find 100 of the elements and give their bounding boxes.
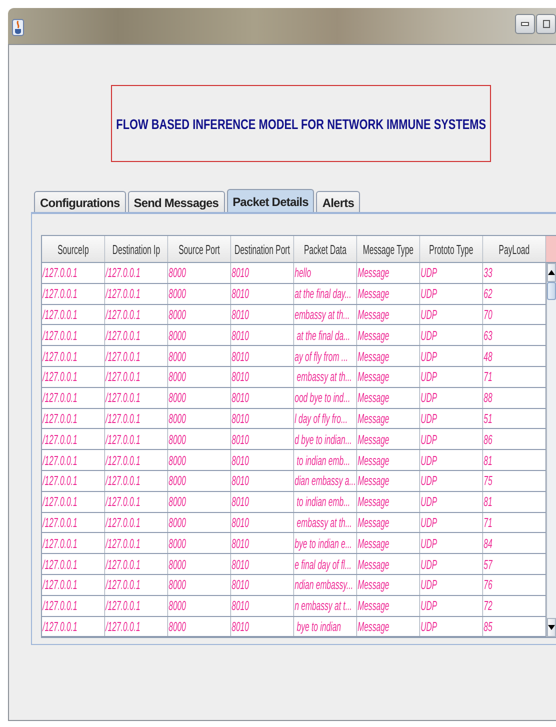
table-cell: 8010 <box>231 429 294 450</box>
table-cell: Message <box>357 366 420 388</box>
table-cell: /127.0.0.1 <box>42 533 105 554</box>
column-header[interactable]: SourceIp <box>42 236 105 263</box>
table-cell: /127.0.0.1 <box>42 284 105 305</box>
table-cell: Message <box>357 388 420 409</box>
table-cell: /127.0.0.1 <box>42 596 105 617</box>
table-cell: Message <box>357 429 420 450</box>
table-cell: UDP <box>420 346 483 367</box>
table-cell: UDP <box>420 574 483 596</box>
table-cell: /127.0.0.1 <box>105 554 168 575</box>
column-header[interactable]: Message Type <box>357 236 420 263</box>
table-cell: ndian embassy... <box>294 574 357 596</box>
scrollbar[interactable] <box>546 263 556 637</box>
table-cell: 8000 <box>168 263 231 284</box>
table-cell: /127.0.0.1 <box>105 408 168 430</box>
scroll-down-button[interactable] <box>547 618 556 637</box>
table-cell: /127.0.0.1 <box>105 366 168 388</box>
table-cell: UDP <box>420 470 483 492</box>
table-cell: /127.0.0.1 <box>42 325 105 346</box>
table-cell: 8000 <box>168 366 231 388</box>
table-cell: UDP <box>420 429 483 450</box>
scroll-thumb[interactable] <box>547 282 556 300</box>
table-cell: UDP <box>420 284 483 305</box>
column-header[interactable]: Prototo Type <box>420 236 483 263</box>
column-header[interactable]: Destination Ip <box>105 236 168 263</box>
table-cell: /127.0.0.1 <box>105 263 168 284</box>
table-cell: to indian emb... <box>294 450 357 471</box>
table-cell: 8010 <box>231 284 294 305</box>
scroll-up-button[interactable] <box>547 263 556 282</box>
table-cell: /127.0.0.1 <box>105 533 168 554</box>
table-cell: 8010 <box>231 533 294 554</box>
table-cell: Message <box>357 284 420 305</box>
table-cell: d bye to indian... <box>294 429 357 450</box>
table-cell: /127.0.0.1 <box>105 304 168 326</box>
column-header[interactable]: Destination Port <box>231 236 294 263</box>
maximize-button[interactable] <box>536 14 556 34</box>
table-cell: UDP <box>420 408 483 430</box>
table-cell: UDP <box>420 596 483 617</box>
table-cell: 8000 <box>168 450 231 471</box>
table-cell: Message <box>357 408 420 430</box>
table-cell: ood bye to ind... <box>294 388 357 409</box>
table-cell: UDP <box>420 512 483 534</box>
table-cell: 8010 <box>231 346 294 367</box>
table-cell: /127.0.0.1 <box>42 450 105 471</box>
table-cell: /127.0.0.1 <box>42 554 105 575</box>
minimize-icon <box>521 22 529 26</box>
table-cell: Message <box>357 304 420 326</box>
table-cell: /127.0.0.1 <box>42 263 105 284</box>
table-cell: Message <box>357 346 420 367</box>
table-cell: 8010 <box>231 366 294 388</box>
table-cell: at the final day... <box>294 284 357 305</box>
table-cell: 8000 <box>168 304 231 326</box>
table-cell: UDP <box>420 554 483 575</box>
table-cell: /127.0.0.1 <box>105 450 168 471</box>
table-cell: ay of fly from ... <box>294 346 357 367</box>
app-heading: FLOW BASED INFERENCE MODEL FOR NETWORK IMMUNE SYSTEMS <box>116 116 486 132</box>
tab[interactable]: Packet Details <box>226 189 314 213</box>
column-header[interactable]: Packet Data <box>294 236 357 263</box>
table-cell: 8000 <box>168 388 231 409</box>
table-cell: /127.0.0.1 <box>42 492 105 513</box>
table-cell: 8010 <box>231 408 294 430</box>
table-cell: 8000 <box>168 325 231 346</box>
up-arrow-icon <box>548 270 555 275</box>
tab[interactable]: Configurations <box>34 191 126 213</box>
table-cell: n embassy at t... <box>294 596 357 617</box>
tab[interactable]: Send Messages <box>128 191 225 213</box>
table-cell: /127.0.0.1 <box>42 304 105 326</box>
table-cell: 8010 <box>231 512 294 534</box>
table-cell: 8000 <box>168 408 231 430</box>
table-cell: Message <box>357 616 420 637</box>
table-cell: /127.0.0.1 <box>42 346 105 367</box>
column-header[interactable]: Source Port <box>168 236 231 263</box>
table-cell: /127.0.0.1 <box>105 596 168 617</box>
table-cell: bye to indian <box>294 616 357 637</box>
table-cell: Message <box>357 492 420 513</box>
column-header[interactable]: PayLoad <box>483 236 546 263</box>
table-cell: embassy at th... <box>294 512 357 534</box>
table-cell: 8010 <box>231 450 294 471</box>
table-cell: Message <box>357 574 420 596</box>
table-cell: /127.0.0.1 <box>42 616 105 637</box>
table-cell: 8000 <box>168 574 231 596</box>
table-cell: 8010 <box>231 492 294 513</box>
table-cell: /127.0.0.1 <box>105 346 168 367</box>
table-cell: Message <box>357 450 420 471</box>
table-cell: UDP <box>420 366 483 388</box>
table-cell: UDP <box>420 616 483 637</box>
table-cell: Message <box>357 533 420 554</box>
table-cell: /127.0.0.1 <box>105 429 168 450</box>
table-cell: 8000 <box>168 429 231 450</box>
table-cell: /127.0.0.1 <box>105 574 168 596</box>
table-cell: Message <box>357 263 420 284</box>
table-cell: 8010 <box>231 616 294 637</box>
maximize-icon <box>542 20 550 28</box>
minimize-button[interactable] <box>515 14 535 34</box>
tab[interactable]: Alerts <box>316 191 360 213</box>
coffee-cup-icon <box>12 19 24 36</box>
table-cell: UDP <box>420 533 483 554</box>
table-cell: dian embassy a... <box>294 470 357 492</box>
table-cell: l day of fly fro... <box>294 408 357 430</box>
